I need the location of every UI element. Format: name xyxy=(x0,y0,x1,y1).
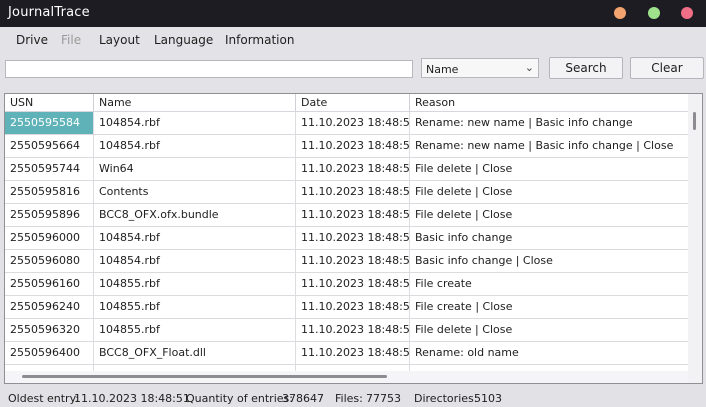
field-select-value: Name xyxy=(426,63,459,76)
cell-name[interactable]: 104854.rbf xyxy=(94,112,296,134)
cell-reason[interactable]: File delete | Close xyxy=(410,204,689,226)
menu-language[interactable]: Language xyxy=(154,33,213,47)
column-header-date[interactable]: Date xyxy=(296,94,410,111)
table-row[interactable]: 2550596160 104855.rbf 11.10.2023 18:48:51 F… xyxy=(5,273,689,296)
vertical-scroll-thumb[interactable] xyxy=(693,112,696,130)
minimize-button[interactable] xyxy=(614,7,626,19)
cell-date[interactable]: 11.10.2023 18:48:51 xyxy=(296,135,410,157)
chevron-down-icon: ⌄ xyxy=(524,61,534,74)
cell-name[interactable]: 104855.rbf xyxy=(94,319,296,341)
horizontal-scrollbar[interactable] xyxy=(5,371,689,383)
cell-date[interactable]: 11.10.2023 18:48:51 xyxy=(296,273,410,295)
close-button[interactable] xyxy=(681,7,693,19)
cell-reason[interactable]: File delete | Close xyxy=(410,181,689,203)
status-bar: Oldest entry: 11.10.2023 18:48:51 Quanti… xyxy=(0,389,706,407)
cell-name[interactable]: 104855.rbf xyxy=(94,296,296,318)
cell-reason[interactable]: File create xyxy=(410,273,689,295)
table-row[interactable]: 2550596240 104855.rbf 11.10.2023 18:48:51 F… xyxy=(5,296,689,319)
cell-reason[interactable]: Basic info change xyxy=(410,227,689,249)
window-title: JournalTrace xyxy=(8,5,90,20)
cell-date[interactable]: 11.10.2023 18:48:51 xyxy=(296,319,410,341)
cell-name[interactable]: Contents xyxy=(94,181,296,203)
cell-date[interactable]: 11.10.2023 18:48:51 xyxy=(296,112,410,134)
directories-label: Directories: xyxy=(414,392,478,405)
cell-usn[interactable]: 2550595664 xyxy=(5,135,94,157)
cell-date[interactable]: 11.10.2023 18:48:51 xyxy=(296,342,410,364)
cell-name[interactable]: 104855.rbf xyxy=(94,273,296,295)
column-header-usn[interactable]: USN xyxy=(5,94,94,111)
cell-usn[interactable]: 2550596000 xyxy=(5,227,94,249)
cell-usn[interactable]: 2550596320 xyxy=(5,319,94,341)
table-row[interactable]: 2550595664 104854.rbf 11.10.2023 18:48:51 R… xyxy=(5,135,689,158)
cell-reason[interactable]: File delete | Close xyxy=(410,319,689,341)
cell-reason[interactable]: Rename: new name | Basic info change | C… xyxy=(410,135,689,157)
quantity-value: 378647 xyxy=(282,392,324,405)
cell-name[interactable]: BCC8_OFX_Float.dll xyxy=(94,342,296,364)
search-button[interactable]: Search xyxy=(549,57,623,79)
table-row[interactable]: 2550595896 BCC8_OFX.ofx.bundle 11.10.2023 … xyxy=(5,204,689,227)
journal-table: USN Name Date Reason 2550595584 104854.rb… xyxy=(4,93,703,384)
cell-date[interactable]: 11.10.2023 18:48:51 xyxy=(296,158,410,180)
cell-usn[interactable]: 2550595816 xyxy=(5,181,94,203)
table-row[interactable]: 2550596320 104855.rbf 11.10.2023 18:48:51 F… xyxy=(5,319,689,342)
table-row[interactable]: 2550595744 Win64 11.10.2023 18:48:51 File d… xyxy=(5,158,689,181)
cell-reason[interactable]: File create | Close xyxy=(410,296,689,318)
table-body: 2550595584 104854.rbf 11.10.2023 18:48:51 R… xyxy=(5,112,689,383)
title-bar: JournalTrace xyxy=(0,0,706,27)
files-label: Files: xyxy=(335,392,363,405)
menu-layout[interactable]: Layout xyxy=(99,33,140,47)
cell-date[interactable]: 11.10.2023 18:48:51 xyxy=(296,181,410,203)
cell-reason[interactable]: File delete | Close xyxy=(410,158,689,180)
scroll-corner xyxy=(688,371,702,383)
menu-bar: Drive File Layout Language Information xyxy=(0,27,706,53)
table-row[interactable]: 2550596400 BCC8_OFX_Float.dll 11.10.2023 1… xyxy=(5,342,689,365)
cell-name[interactable]: BCC8_OFX.ofx.bundle xyxy=(94,204,296,226)
vertical-scrollbar[interactable] xyxy=(688,94,702,383)
cell-usn[interactable]: 2550596400 xyxy=(5,342,94,364)
table-header: USN Name Date Reason xyxy=(5,94,689,112)
menu-drive[interactable]: Drive xyxy=(16,33,48,47)
oldest-entry-value: 11.10.2023 18:48:51 xyxy=(74,392,190,405)
cell-usn[interactable]: 2550595584 xyxy=(5,112,94,134)
search-input[interactable] xyxy=(5,60,413,78)
table-row[interactable]: 2550595584 104854.rbf 11.10.2023 18:48:51 R… xyxy=(5,112,689,135)
cell-date[interactable]: 11.10.2023 18:48:51 xyxy=(296,250,410,272)
maximize-button[interactable] xyxy=(648,7,660,19)
cell-usn[interactable]: 2550596160 xyxy=(5,273,94,295)
cell-date[interactable]: 11.10.2023 18:48:51 xyxy=(296,227,410,249)
table-row[interactable]: 2550595816 Contents 11.10.2023 18:48:51 Fil… xyxy=(5,181,689,204)
cell-reason[interactable]: Rename: old name xyxy=(410,342,689,364)
cell-name[interactable]: Win64 xyxy=(94,158,296,180)
horizontal-scroll-thumb[interactable] xyxy=(22,375,387,378)
cell-name[interactable]: 104854.rbf xyxy=(94,135,296,157)
menu-information[interactable]: Information xyxy=(225,33,294,47)
quantity-label: Quantity of entries: xyxy=(186,392,293,405)
cell-name[interactable]: 104854.rbf xyxy=(94,227,296,249)
cell-reason[interactable]: Basic info change | Close xyxy=(410,250,689,272)
cell-date[interactable]: 11.10.2023 18:48:51 xyxy=(296,204,410,226)
oldest-entry-label: Oldest entry: xyxy=(8,392,79,405)
clear-button[interactable]: Clear xyxy=(630,57,704,79)
table-row[interactable]: 2550596000 104854.rbf 11.10.2023 18:48:51 B… xyxy=(5,227,689,250)
cell-usn[interactable]: 2550595896 xyxy=(5,204,94,226)
cell-usn[interactable]: 2550596240 xyxy=(5,296,94,318)
cell-usn[interactable]: 2550595744 xyxy=(5,158,94,180)
cell-name[interactable]: 104854.rbf xyxy=(94,250,296,272)
column-header-reason[interactable]: Reason xyxy=(410,94,689,111)
directories-value: 5103 xyxy=(474,392,502,405)
cell-date[interactable]: 11.10.2023 18:48:51 xyxy=(296,296,410,318)
table-row[interactable]: 2550596080 104854.rbf 11.10.2023 18:48:51 B… xyxy=(5,250,689,273)
column-header-name[interactable]: Name xyxy=(94,94,296,111)
search-toolbar: Name ⌄ Search Clear xyxy=(0,53,706,89)
field-select[interactable]: Name ⌄ xyxy=(421,58,539,78)
menu-file[interactable]: File xyxy=(61,33,81,47)
files-value: 77753 xyxy=(366,392,401,405)
cell-usn[interactable]: 2550596080 xyxy=(5,250,94,272)
cell-reason[interactable]: Rename: new name | Basic info change xyxy=(410,112,689,134)
